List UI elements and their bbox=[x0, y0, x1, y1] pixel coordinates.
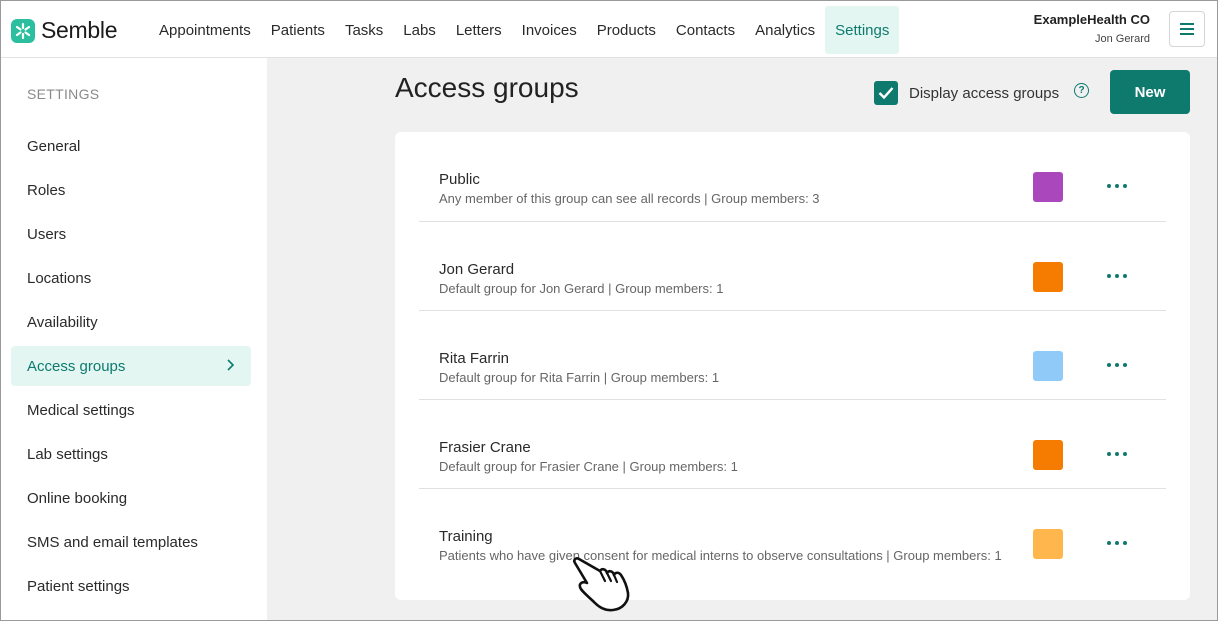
group-description: Default group for Jon Gerard | Group mem… bbox=[439, 281, 724, 296]
sidebar-item-locations[interactable]: Locations bbox=[11, 258, 251, 298]
group-color-swatch[interactable] bbox=[1033, 351, 1063, 381]
settings-sidebar: SETTINGS General Roles Users Locations A… bbox=[1, 58, 267, 620]
group-name: Rita Farrin bbox=[439, 350, 510, 367]
display-access-groups-label: Display access groups bbox=[909, 84, 1060, 102]
sidebar-item-sms-email-templates[interactable]: SMS and email templates bbox=[11, 522, 251, 562]
sidebar-item-users[interactable]: Users bbox=[11, 214, 251, 254]
group-color-swatch[interactable] bbox=[1033, 440, 1063, 470]
list-item[interactable]: Training Patients who have given consent… bbox=[419, 488, 1166, 577]
semble-logo-icon bbox=[11, 18, 35, 43]
more-options-icon[interactable] bbox=[1107, 363, 1127, 369]
access-groups-list: Public Any member of this group can see … bbox=[395, 132, 1190, 600]
hand-pointer-cursor-icon bbox=[573, 557, 630, 612]
sidebar-item-roles[interactable]: Roles bbox=[11, 170, 251, 210]
sidebar-item-medical-settings[interactable]: Medical settings bbox=[11, 390, 251, 430]
more-options-icon[interactable] bbox=[1107, 541, 1127, 547]
sidebar-item-availability[interactable]: Availability bbox=[11, 302, 251, 342]
nav-appointments[interactable]: Appointments bbox=[149, 6, 261, 54]
checkmark-icon bbox=[878, 87, 894, 100]
logo-text: Semble bbox=[41, 17, 118, 43]
app-window: Semble Appointments Patients Tasks Labs … bbox=[0, 0, 1218, 621]
sidebar-heading: SETTINGS bbox=[27, 86, 100, 102]
more-options-icon[interactable] bbox=[1107, 452, 1127, 458]
nav-invoices[interactable]: Invoices bbox=[512, 6, 587, 54]
sidebar-item-label: Access groups bbox=[27, 357, 126, 375]
group-description: Any member of this group can see all rec… bbox=[439, 191, 820, 206]
logo[interactable]: Semble bbox=[11, 17, 117, 44]
page-title: Access groups bbox=[395, 72, 579, 103]
nav-labs[interactable]: Labs bbox=[393, 6, 446, 54]
sidebar-item-access-groups[interactable]: Access groups bbox=[11, 346, 251, 386]
display-access-groups-checkbox[interactable] bbox=[874, 81, 898, 105]
nav-products[interactable]: Products bbox=[587, 6, 666, 54]
list-item[interactable]: Rita Farrin Default group for Rita Farri… bbox=[419, 310, 1166, 399]
new-access-group-button[interactable]: New bbox=[1110, 70, 1190, 114]
list-item[interactable]: Jon Gerard Default group for Jon Gerard … bbox=[419, 221, 1166, 310]
nav-analytics[interactable]: Analytics bbox=[745, 6, 825, 54]
group-description: Default group for Frasier Crane | Group … bbox=[439, 459, 738, 474]
group-description: Patients who have given consent for medi… bbox=[439, 548, 1002, 563]
hamburger-menu-button[interactable] bbox=[1169, 11, 1205, 47]
org-info[interactable]: ExampleHealth CO Jon Gerard bbox=[1034, 12, 1150, 45]
group-color-swatch[interactable] bbox=[1033, 262, 1063, 292]
hamburger-icon bbox=[1180, 23, 1194, 35]
top-bar: Semble Appointments Patients Tasks Labs … bbox=[1, 1, 1217, 58]
chevron-right-icon bbox=[227, 359, 235, 371]
group-color-swatch[interactable] bbox=[1033, 529, 1063, 559]
group-name: Public bbox=[439, 171, 480, 188]
group-name: Frasier Crane bbox=[439, 439, 531, 456]
sidebar-item-online-booking[interactable]: Online booking bbox=[11, 478, 251, 518]
list-item[interactable]: Frasier Crane Default group for Frasier … bbox=[419, 399, 1166, 488]
sidebar-item-lab-settings[interactable]: Lab settings bbox=[11, 434, 251, 474]
sidebar-item-patient-settings[interactable]: Patient settings bbox=[11, 566, 251, 606]
nav-contacts[interactable]: Contacts bbox=[666, 6, 745, 54]
sidebar-item-general[interactable]: General bbox=[11, 126, 251, 166]
nav-settings[interactable]: Settings bbox=[825, 6, 900, 54]
nav-patients[interactable]: Patients bbox=[261, 6, 335, 54]
main-nav: Appointments Patients Tasks Labs Letters… bbox=[149, 6, 900, 54]
list-item[interactable]: Public Any member of this group can see … bbox=[419, 132, 1166, 221]
more-options-icon[interactable] bbox=[1107, 184, 1127, 190]
nav-tasks[interactable]: Tasks bbox=[335, 6, 393, 54]
group-description: Default group for Rita Farrin | Group me… bbox=[439, 370, 720, 385]
help-icon[interactable]: ? bbox=[1074, 83, 1089, 98]
group-name: Training bbox=[439, 528, 493, 545]
current-user: Jon Gerard bbox=[1094, 33, 1150, 45]
more-options-icon[interactable] bbox=[1107, 274, 1127, 280]
org-name: ExampleHealth CO bbox=[1033, 12, 1150, 27]
group-name: Jon Gerard bbox=[439, 261, 515, 278]
nav-letters[interactable]: Letters bbox=[446, 6, 512, 54]
group-color-swatch[interactable] bbox=[1033, 172, 1063, 202]
display-access-groups-toggle[interactable]: Display access groups bbox=[874, 81, 1059, 105]
